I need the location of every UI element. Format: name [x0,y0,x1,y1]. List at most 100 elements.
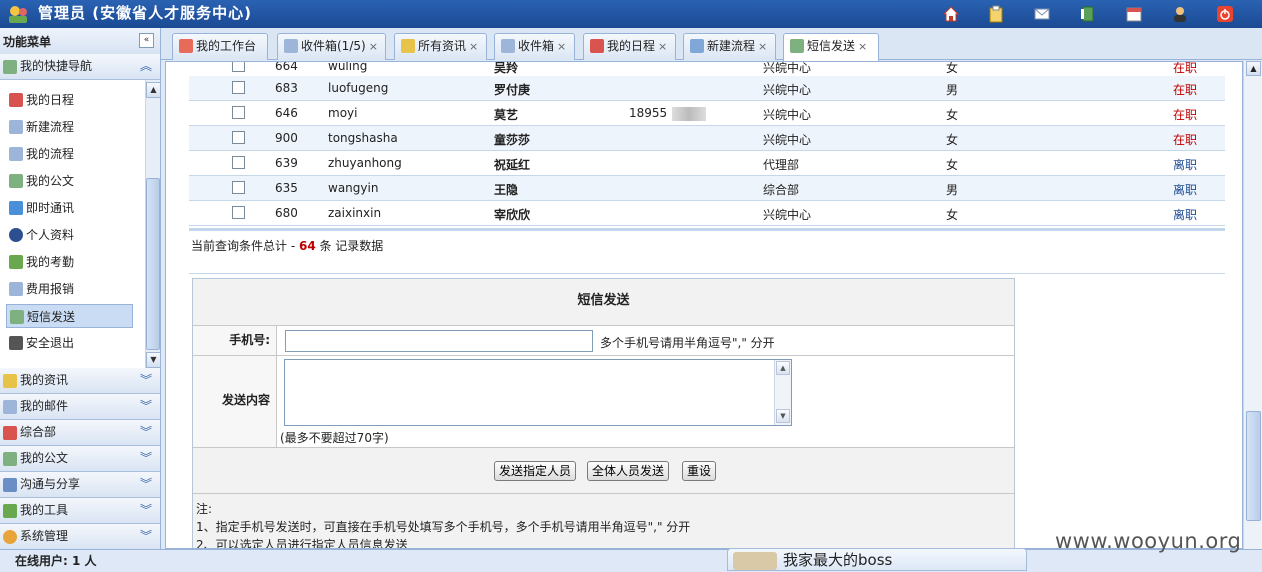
close-icon[interactable]: × [369,40,378,53]
sidebar-title: 功能菜单 [3,35,52,49]
cell-status: 在职 [1173,83,1198,97]
tab-new-flow[interactable]: 新建流程 × [683,33,776,60]
settings-icon [3,530,17,544]
scroll-up-arrow-icon[interactable]: ▲ [1246,61,1261,76]
scroll-up-arrow-icon[interactable]: ▲ [776,361,790,375]
close-icon[interactable]: × [469,40,478,53]
nav-label: 即时通讯 [26,201,75,215]
nav-item-logout[interactable]: 安全退出 [6,331,133,355]
scroll-down-arrow-icon[interactable]: ▼ [776,409,790,423]
send-selected-button[interactable]: 发送指定人员 [494,461,577,481]
send-all-button[interactable]: 全体人员发送 [587,461,670,481]
close-icon[interactable]: × [557,40,566,53]
close-icon[interactable]: × [658,40,667,53]
row-checkbox[interactable] [232,106,245,119]
nav-label: 我的公文 [26,174,75,188]
cell-id: 646 [275,106,298,120]
tab-all-news[interactable]: 所有资讯 × [394,33,487,60]
nav-item-official-docs[interactable]: 我的公文 [6,169,133,193]
nav-label: 我的流程 [26,147,75,161]
im-popup[interactable]: 我家最大的boss [727,548,1027,571]
scroll-down-arrow-icon[interactable]: ▼ [146,352,161,368]
mail-icon[interactable] [1033,5,1051,23]
nav-item-my-flow[interactable]: 我的流程 [6,142,133,166]
cell-name: 王隐 [494,183,519,197]
cell-gender: 男 [946,183,959,197]
tab-inbox[interactable]: 收件箱 × [494,33,575,60]
nav-label: 费用报销 [26,282,75,296]
nav-item-profile[interactable]: 个人资料 [6,223,133,247]
nav-label: 短信发送 [27,310,76,324]
row-checkbox[interactable] [232,81,245,94]
nav-item-attendance[interactable]: 我的考勤 [6,250,133,274]
group-system-admin[interactable]: 系统管理 ︾ [0,524,160,550]
note-line-1: 1、指定手机号发送时，可直接在手机号处填写多个手机号，多个手机号请用半角逗号",… [196,520,691,534]
scroll-up-arrow-icon[interactable]: ▲ [146,82,161,98]
row-checkbox[interactable] [232,156,245,169]
group-general-dept[interactable]: 综合部 ︾ [0,420,160,446]
table-row[interactable]: 683 luofugeng 罗付庚 兴皖中心 男 在职 [189,76,1225,101]
cell-id: 639 [275,156,298,170]
tab-inbox-1-5[interactable]: 收件箱(1/5) × [277,33,386,60]
power-icon[interactable] [1216,5,1234,23]
scroll-thumb[interactable] [146,178,160,350]
textarea-scrollbar[interactable]: ▲ ▼ [774,360,791,425]
group-quick-nav[interactable]: 我的快捷导航 ︽ [0,54,160,80]
clipboard-icon [401,39,415,53]
content-textarea[interactable]: ▲ ▼ [284,359,792,426]
avatar [733,552,777,570]
book-icon[interactable] [1079,5,1097,23]
tab-label: 收件箱 [518,39,555,53]
group-label: 我的快捷导航 [20,59,93,73]
group-my-mail[interactable]: 我的邮件 ︾ [0,394,160,420]
reset-button[interactable]: 重设 [682,461,717,481]
row-checkbox[interactable] [232,206,245,219]
nav-item-instant-messaging[interactable]: 即时通讯 [6,196,133,220]
group-communication[interactable]: 沟通与分享 ︾ [0,472,160,498]
group-tools[interactable]: 我的工具 ︾ [0,498,160,524]
tab-sms-send[interactable]: 短信发送 × [783,33,879,61]
group-label: 我的公文 [20,451,69,465]
cell-status: 在职 [1173,61,1198,75]
group-official-docs[interactable]: 我的公文 ︾ [0,446,160,472]
cell-status: 在职 [1173,133,1198,147]
main-scrollbar[interactable]: ▲ [1243,61,1262,549]
calendar-icon[interactable] [1125,5,1143,23]
nav-item-expense[interactable]: 费用报销 [6,277,133,301]
phone-row: 手机号: 多个手机号请用半角逗号"," 分开 [193,326,1014,356]
table-row[interactable]: 646 moyi 莫艺 18955 兴皖中心 女 在职 [189,101,1225,126]
button-row: 发送指定人员 全体人员发送 重设 [193,448,1014,494]
clipboard-icon[interactable] [987,5,1005,23]
table-row[interactable]: 639 zhuyanhong 祝延红 代理部 女 离职 [189,151,1225,176]
tab-workbench[interactable]: 我的工作台 [172,33,268,60]
row-checkbox[interactable] [232,131,245,144]
phone-input[interactable] [285,330,593,352]
tab-schedule[interactable]: 我的日程 × [583,33,676,60]
group-label: 我的邮件 [20,399,69,413]
note-line-2: 2、可以选定人员进行指定人员信息发送 [196,538,408,549]
cell-status: 在职 [1173,108,1198,122]
collapse-sidebar-button[interactable]: « [139,33,154,48]
cell-gender: 女 [946,158,959,172]
nav-item-schedule[interactable]: 我的日程 [6,88,133,112]
table-row[interactable]: 680 zaixinxin 宰欣欣 兴皖中心 女 离职 [189,201,1225,226]
table-row[interactable]: 635 wangyin 王隐 综合部 男 离职 [189,176,1225,201]
user-icon[interactable] [1171,5,1189,23]
inbox-icon [501,39,515,53]
scroll-thumb[interactable] [1246,411,1261,521]
home-icon[interactable] [942,5,960,23]
close-icon[interactable]: × [858,40,867,53]
notes-heading: 注: [196,502,213,516]
tab-label: 短信发送 [807,39,856,53]
table-row[interactable]: 900 tongshasha 童莎莎 兴皖中心 女 在职 [189,126,1225,151]
length-limit-hint: (最多不要超过70字) [280,431,389,445]
close-icon[interactable]: × [758,40,767,53]
row-checkbox[interactable] [232,181,245,194]
nav-item-new-flow[interactable]: 新建流程 [6,115,133,139]
group-my-news[interactable]: 我的资讯 ︾ [0,368,160,394]
nav-item-sms-send[interactable]: 短信发送 [6,304,133,328]
row-checkbox[interactable] [232,62,245,72]
expense-icon [9,282,23,296]
sidebar-scrollbar[interactable]: ▲ ▼ [145,80,161,368]
sms-form-title: 短信发送 [193,279,1014,326]
